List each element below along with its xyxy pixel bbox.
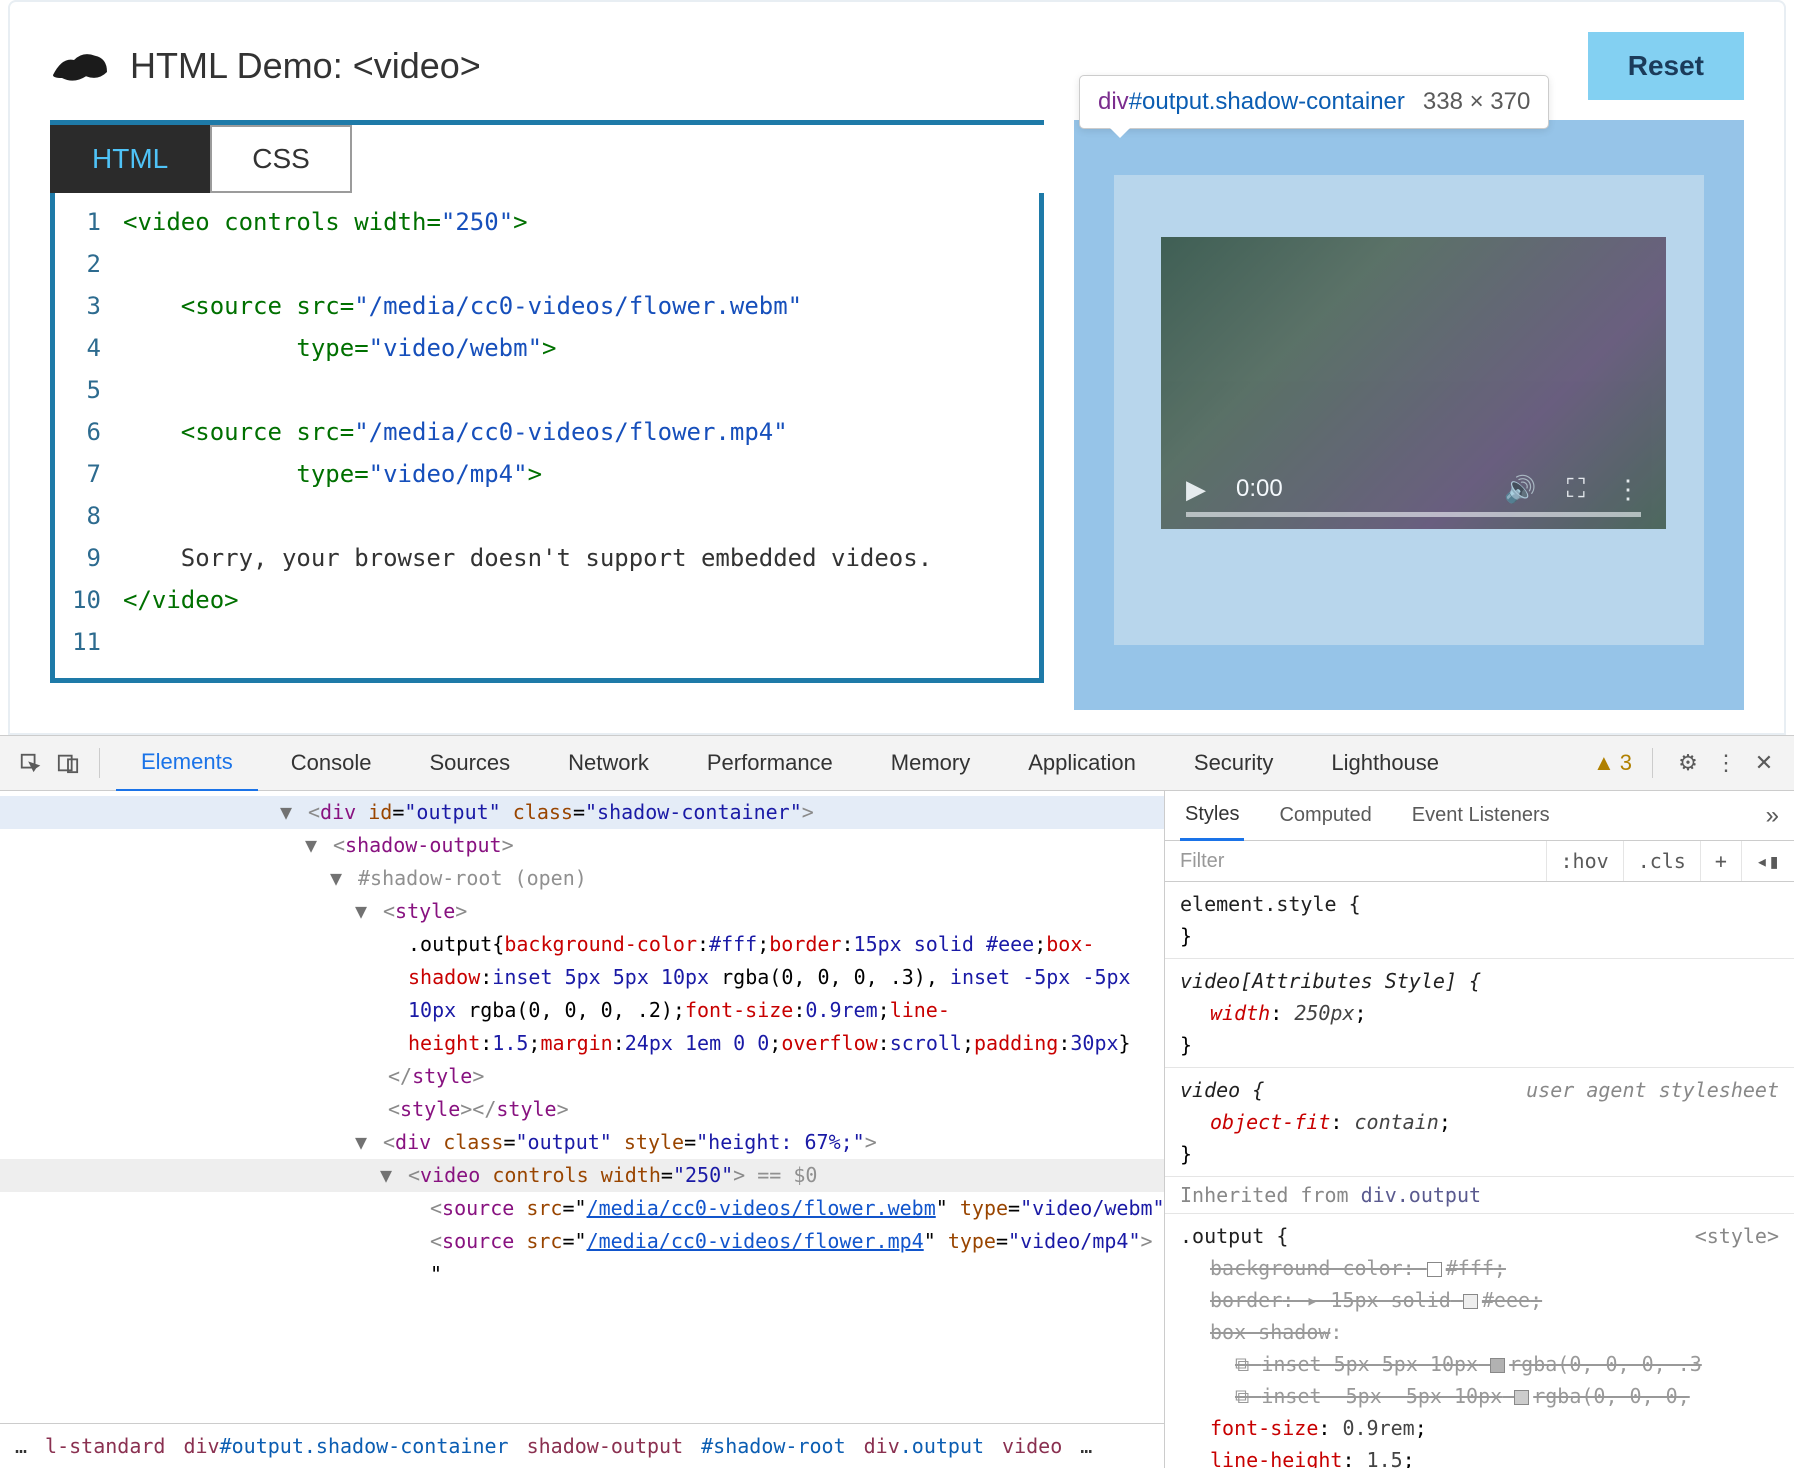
demo-container: HTML Demo: <video> Reset HTML CSS 123456… bbox=[8, 0, 1786, 735]
dt-tab-application[interactable]: Application bbox=[1003, 736, 1161, 790]
bc-div-output[interactable]: div.output bbox=[864, 1430, 984, 1463]
cls-toggle[interactable]: .cls bbox=[1623, 841, 1700, 881]
more-icon[interactable]: ⋮ bbox=[1615, 474, 1641, 505]
bc-standard[interactable]: l-standard bbox=[45, 1430, 165, 1463]
dt-tab-security[interactable]: Security bbox=[1169, 736, 1298, 790]
code-editor[interactable]: 1234567891011 <video controls width="250… bbox=[50, 193, 1044, 683]
video-preview[interactable]: ▶ 0:00 🔊 ⛶ ⋮ bbox=[1161, 237, 1666, 529]
gear-icon[interactable]: ⚙ bbox=[1673, 748, 1703, 778]
volume-icon[interactable]: 🔊 bbox=[1504, 474, 1536, 505]
editor-tabs: HTML CSS bbox=[50, 120, 1044, 193]
close-icon[interactable]: ✕ bbox=[1749, 748, 1779, 778]
mdn-logo bbox=[50, 41, 110, 91]
st-tab-listeners[interactable]: Event Listeners bbox=[1407, 792, 1555, 839]
dt-tab-network[interactable]: Network bbox=[543, 736, 674, 790]
output-highlight: Output ▶ 0:00 🔊 ⛶ ⋮ bbox=[1074, 120, 1744, 710]
inspector-tooltip: div#output.shadow-container 338 × 370 bbox=[1079, 75, 1549, 129]
rule-video-attr[interactable]: video[Attributes Style] { width: 250px; … bbox=[1165, 959, 1794, 1068]
progress-bar[interactable] bbox=[1186, 512, 1641, 517]
add-rule-icon[interactable]: + bbox=[1700, 841, 1741, 881]
tab-css[interactable]: CSS bbox=[210, 125, 352, 193]
warnings-badge[interactable]: ▲ 3 bbox=[1593, 750, 1632, 776]
dt-tab-memory[interactable]: Memory bbox=[866, 736, 995, 790]
st-tab-styles[interactable]: Styles bbox=[1180, 791, 1244, 841]
hov-toggle[interactable]: :hov bbox=[1546, 841, 1623, 881]
devtools-tabs: Elements Console Sources Network Perform… bbox=[0, 736, 1794, 791]
styles-filter-row: :hov .cls + ◂▮ bbox=[1165, 841, 1794, 882]
styles-panel: Styles Computed Event Listeners » :hov .… bbox=[1164, 791, 1794, 1468]
bc-shadow-root[interactable]: #shadow-root bbox=[701, 1430, 846, 1463]
video-time: 0:00 bbox=[1236, 475, 1283, 503]
line-gutter: 1234567891011 bbox=[55, 193, 113, 678]
rule-element-style[interactable]: element.style { } bbox=[1165, 882, 1794, 959]
dt-tab-console[interactable]: Console bbox=[266, 736, 397, 790]
bc-output[interactable]: div#output.shadow-container bbox=[183, 1430, 508, 1463]
play-icon[interactable]: ▶ bbox=[1186, 474, 1206, 505]
reset-button[interactable]: Reset bbox=[1588, 32, 1744, 100]
st-tab-computed[interactable]: Computed bbox=[1274, 792, 1376, 839]
dt-tab-lighthouse[interactable]: Lighthouse bbox=[1306, 736, 1464, 790]
video-controls: ▶ 0:00 🔊 ⛶ ⋮ bbox=[1161, 449, 1666, 529]
device-icon[interactable] bbox=[53, 748, 83, 778]
devtools: Elements Console Sources Network Perform… bbox=[0, 735, 1794, 1468]
el-video-selected: ▼<video controls width="250"> == $0 bbox=[0, 1159, 1164, 1192]
styles-tabs: Styles Computed Event Listeners » bbox=[1165, 791, 1794, 841]
rule-video-ua[interactable]: user agent stylesheetvideo { object-fit:… bbox=[1165, 1068, 1794, 1177]
output-region: div#output.shadow-container 338 × 370 Ou… bbox=[1074, 120, 1744, 710]
bc-video[interactable]: video bbox=[1002, 1430, 1062, 1463]
st-more-icon[interactable]: » bbox=[1766, 802, 1779, 830]
panel-toggle-icon[interactable]: ◂▮ bbox=[1741, 841, 1794, 881]
inspect-icon[interactable] bbox=[15, 748, 45, 778]
inherited-label: Inherited from div.output bbox=[1165, 1177, 1794, 1214]
dt-tab-sources[interactable]: Sources bbox=[404, 736, 535, 790]
bc-shadow-output[interactable]: shadow-output bbox=[527, 1430, 684, 1463]
rule-output[interactable]: <style>.output { background-color: #fff;… bbox=[1165, 1214, 1794, 1468]
dt-tab-performance[interactable]: Performance bbox=[682, 736, 858, 790]
tab-html[interactable]: HTML bbox=[50, 125, 210, 193]
el-div-output: ▼<div id="output" class="shadow-containe… bbox=[0, 796, 1164, 829]
fullscreen-icon[interactable]: ⛶ bbox=[1567, 473, 1585, 505]
kebab-icon[interactable]: ⋮ bbox=[1711, 748, 1741, 778]
output-inner: ▶ 0:00 🔊 ⛶ ⋮ bbox=[1114, 175, 1704, 645]
breadcrumb[interactable]: … l-standard div#output.shadow-container… bbox=[0, 1423, 1164, 1468]
elements-tree[interactable]: ▼<div id="output" class="shadow-containe… bbox=[0, 791, 1164, 1468]
styles-filter-input[interactable] bbox=[1165, 842, 1546, 881]
demo-title: HTML Demo: <video> bbox=[130, 45, 481, 87]
code-body[interactable]: <video controls width="250"> <source src… bbox=[113, 193, 942, 678]
dt-tab-elements[interactable]: Elements bbox=[116, 735, 258, 792]
editor-region: HTML CSS 1234567891011 <video controls w… bbox=[50, 120, 1044, 710]
